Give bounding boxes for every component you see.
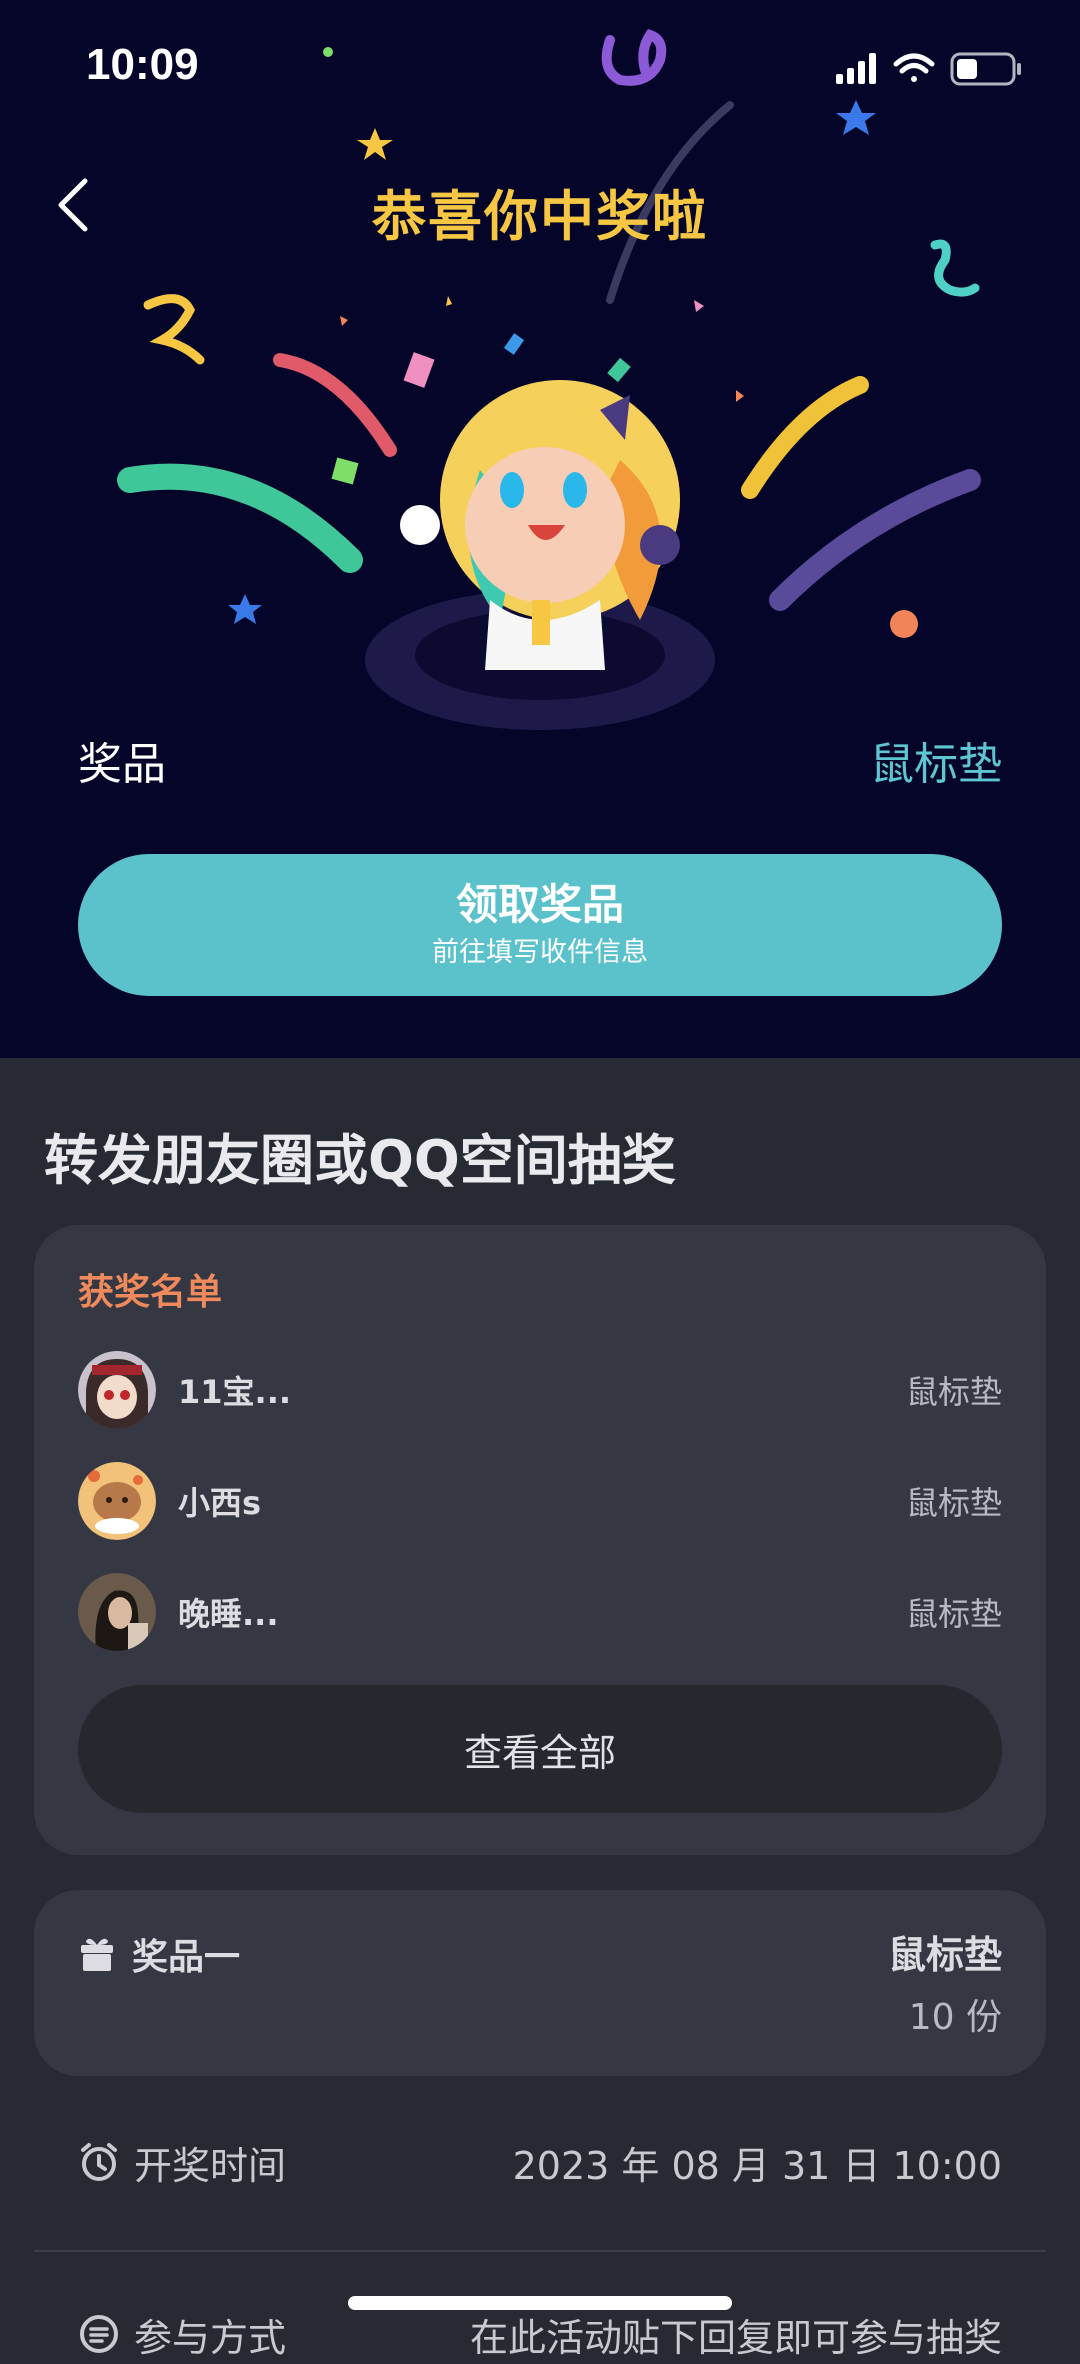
signal-icon bbox=[836, 53, 876, 84]
draw-time-row: 开奖时间 2023 年 08 月 31 日 10:00 bbox=[78, 2132, 1002, 2192]
winners-heading: 获奖名单 bbox=[78, 1272, 223, 1313]
claim-button-label: 领取奖品 bbox=[455, 880, 624, 929]
divider bbox=[34, 2250, 1046, 2252]
winner-name: 晚睡... bbox=[178, 1595, 279, 1633]
participation-label: 参与方式 bbox=[134, 2315, 287, 2360]
hero-banner: 10:09 恭喜你中奖啦 奖品 鼠标垫 领取奖品 前往填写收件信息 bbox=[0, 0, 1080, 1058]
status-time: 10:09 bbox=[86, 40, 199, 89]
winners-card: 获奖名单 11宝... 鼠标垫 小西s 鼠标垫 晚睡... 鼠标垫 查看全部 bbox=[34, 1225, 1046, 1855]
alarm-clock-icon bbox=[81, 2143, 117, 2181]
prize-item-name: 鼠标垫 bbox=[887, 1933, 1002, 1977]
view-all-button[interactable]: 查看全部 bbox=[78, 1685, 1002, 1813]
winner-name: 小西s bbox=[178, 1484, 262, 1522]
winner-prize: 鼠标垫 bbox=[905, 1373, 1002, 1411]
list-icon bbox=[80, 2315, 118, 2353]
status-bar: 10:09 bbox=[0, 0, 1080, 130]
home-indicator[interactable] bbox=[348, 2296, 732, 2310]
gift-icon bbox=[81, 1938, 113, 1971]
prize-card: 奖品一 鼠标垫 10 份 bbox=[34, 1890, 1046, 2076]
winner-prize: 鼠标垫 bbox=[905, 1595, 1002, 1633]
section-title: 转发朋友圈或QQ空间抽奖 bbox=[44, 1129, 676, 1192]
prize-item-label: 奖品一 bbox=[132, 1937, 241, 1978]
winner-name: 11宝... bbox=[178, 1373, 292, 1411]
wifi-icon bbox=[893, 53, 935, 82]
prize-label: 奖品 bbox=[78, 739, 166, 790]
winner-prize: 鼠标垫 bbox=[905, 1484, 1002, 1522]
claim-button-sublabel: 前往填写收件信息 bbox=[432, 937, 648, 968]
draw-time-value: 2023 年 08 月 31 日 10:00 bbox=[512, 2143, 1002, 2188]
winner-row[interactable]: 11宝... 鼠标垫 bbox=[78, 1350, 1002, 1430]
prize-value: 鼠标垫 bbox=[870, 739, 1002, 790]
page-title: 恭喜你中奖啦 bbox=[372, 185, 708, 248]
prize-row: 奖品 鼠标垫 bbox=[78, 730, 1002, 790]
claim-prize-button[interactable]: 领取奖品 前往填写收件信息 bbox=[78, 854, 1002, 996]
prize-item-count: 10 份 bbox=[908, 1997, 1002, 2038]
avatar bbox=[78, 1462, 156, 1540]
draw-time-label: 开奖时间 bbox=[134, 2143, 287, 2188]
winner-row[interactable]: 小西s 鼠标垫 bbox=[78, 1461, 1002, 1541]
avatar bbox=[78, 1573, 156, 1651]
battery-icon bbox=[950, 52, 1021, 86]
participation-row: 参与方式 在此活动贴下回复即可参与抽奖 bbox=[78, 2304, 1002, 2364]
participation-value: 在此活动贴下回复即可参与抽奖 bbox=[469, 2315, 1002, 2360]
avatar bbox=[78, 1351, 156, 1429]
winner-row[interactable]: 晚睡... 鼠标垫 bbox=[78, 1572, 1002, 1652]
